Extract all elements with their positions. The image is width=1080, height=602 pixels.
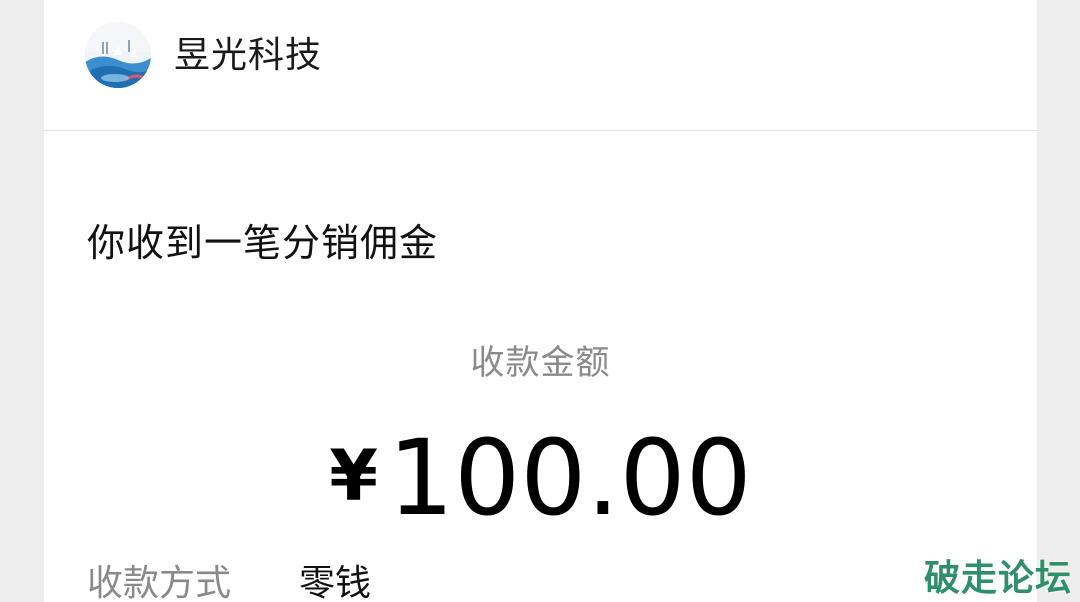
amount-label: 收款金额 [470,343,611,383]
notification-title: 你收到一笔分销佣金 [87,221,439,265]
watermark-text: 破走论坛 [924,558,1073,599]
merchant-name[interactable]: 昱光科技 [174,32,322,80]
currency-symbol: ¥ [329,435,378,517]
payment-method-row: 收款方式 零钱 [87,560,987,602]
payment-notification-card: 昱光科技 你收到一笔分销佣金 收款金额 ¥100.00 收款方式 零钱 [44,0,1037,602]
payment-method-value: 零钱 [299,563,372,602]
merchant-header[interactable]: 昱光科技 [44,0,1037,131]
merchant-avatar[interactable] [85,22,151,88]
amount-display: ¥100.00 [44,418,1037,538]
merchant-logo-icon [85,22,151,88]
payment-method-label: 收款方式 [87,563,232,602]
amount-value: 100.00 [387,417,752,539]
